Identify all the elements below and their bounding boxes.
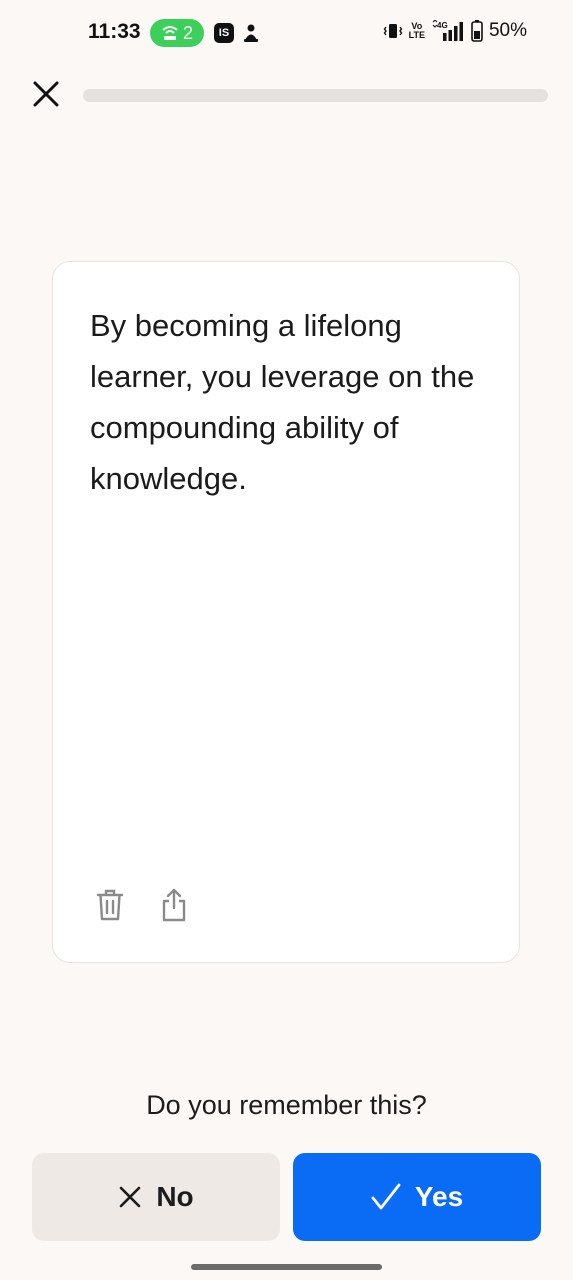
notification-icon <box>242 23 260 43</box>
status-bar: 11:33 2 IS Vo LTE 4G 50% <box>0 0 573 66</box>
signal-label: 4G <box>437 21 448 30</box>
share-button[interactable] <box>157 888 191 926</box>
card-actions <box>93 888 191 926</box>
no-button-label: No <box>156 1181 194 1212</box>
yes-button[interactable]: Yes <box>293 1153 541 1241</box>
card-text: By becoming a lifelong learner, you leve… <box>90 308 475 496</box>
volte-bottom: LTE <box>408 30 425 40</box>
home-indicator[interactable] <box>191 1264 382 1270</box>
progress-bar <box>83 89 548 102</box>
trash-icon <box>95 888 125 927</box>
battery-icon <box>471 20 483 42</box>
status-time: 11:33 <box>88 20 141 43</box>
hotspot-count: 2 <box>182 22 193 43</box>
hotspot-icon <box>161 25 179 41</box>
no-button[interactable]: No <box>32 1153 280 1241</box>
x-icon <box>118 1185 142 1209</box>
check-icon <box>371 1183 401 1211</box>
delete-button[interactable] <box>93 888 127 926</box>
yes-button-label: Yes <box>414 1181 464 1212</box>
close-button[interactable] <box>30 80 62 112</box>
app-badge-icon: IS <box>214 23 234 43</box>
share-icon <box>160 887 188 928</box>
recall-question: Do you remember this? <box>146 1090 427 1120</box>
battery-percent: 50% <box>488 20 527 41</box>
hotspot-indicator: 2 <box>150 19 204 47</box>
signal-icon: 4G <box>431 20 465 42</box>
vibrate-icon <box>383 21 403 41</box>
volte-icon: Vo LTE <box>409 22 425 40</box>
flash-card[interactable]: By becoming a lifelong learner, you leve… <box>52 261 520 963</box>
close-icon <box>32 80 60 113</box>
status-right-group: Vo LTE 4G 50% <box>383 20 527 42</box>
